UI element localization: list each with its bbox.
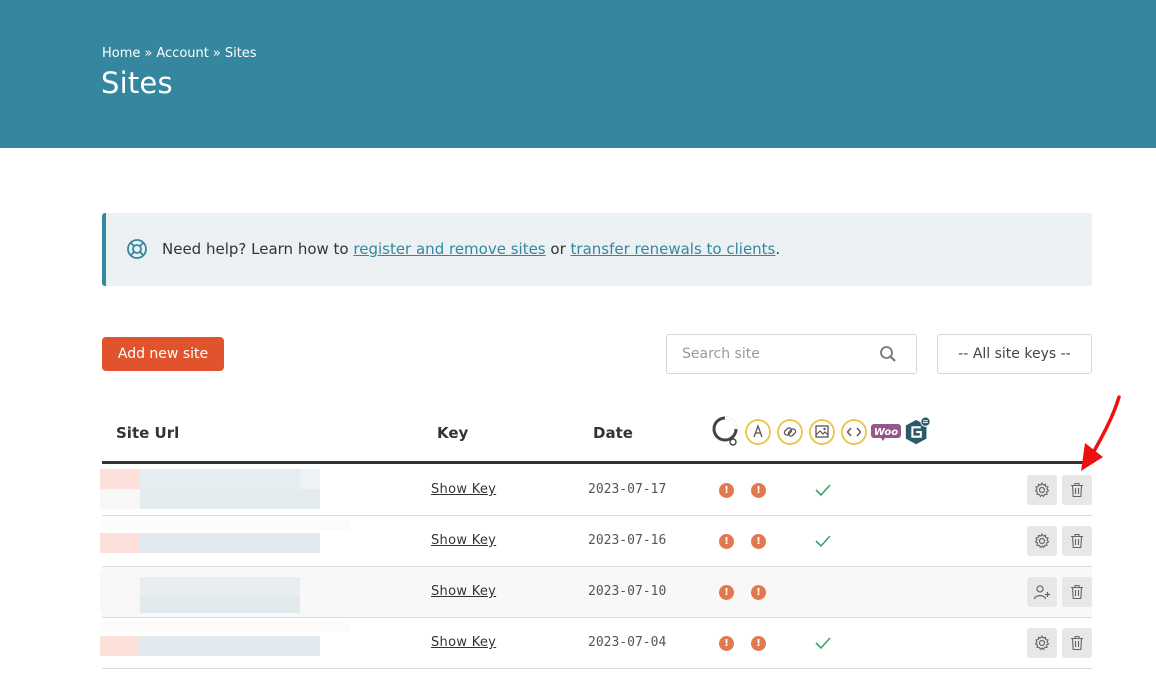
show-key-link[interactable]: Show Key (431, 482, 496, 497)
breadcrumb-separator: » (212, 46, 221, 61)
service-icons: Woo (711, 414, 935, 450)
code-icon (839, 417, 869, 447)
breadcrumb-separator: » (144, 46, 153, 61)
table-row: Show Key 2023-07-10 ! ! (100, 567, 1092, 618)
table-row: Show Key 2023-07-16 ! ! (100, 516, 1092, 567)
lifebuoy-icon (127, 239, 147, 259)
site-date: 2023-07-16 (588, 533, 667, 548)
settings-button[interactable] (1027, 526, 1057, 556)
trash-icon (1071, 584, 1083, 600)
warning-status-icon: ! (719, 585, 734, 600)
gear-icon (1034, 482, 1050, 498)
column-header-site-url: Site Url (116, 424, 180, 442)
table-header: Site Url Key Date Woo (102, 406, 1092, 464)
check-icon (815, 535, 831, 548)
delete-button[interactable] (1062, 526, 1092, 556)
site-key-filter[interactable]: -- All site keys -- (937, 334, 1092, 374)
show-key-link[interactable]: Show Key (431, 584, 496, 599)
notice-text-middle: or (545, 240, 571, 258)
table-row: Show Key 2023-07-17 ! ! (100, 465, 1092, 516)
breadcrumb-home[interactable]: Home (102, 46, 140, 61)
site-date: 2023-07-17 (588, 482, 667, 497)
warning-status-icon: ! (751, 585, 766, 600)
blurred-site-url (100, 622, 350, 656)
table-row: Show Key 2023-07-04 ! ! (100, 618, 1092, 669)
search-input[interactable] (668, 336, 868, 372)
register-remove-sites-link[interactable]: register and remove sites (353, 240, 545, 258)
add-user-icon (1033, 585, 1050, 600)
extra-service-icon (903, 416, 933, 447)
blurred-site-url (100, 469, 320, 509)
warning-status-icon: ! (751, 483, 766, 498)
column-header-date: Date (593, 424, 633, 442)
notice-text-after: . (775, 240, 781, 258)
add-new-site-button[interactable]: Add new site (102, 337, 224, 371)
help-notice: Need help? Learn how to register and rem… (102, 213, 1092, 286)
breadcrumb-account[interactable]: Account (156, 46, 209, 61)
column-header-key: Key (437, 424, 469, 442)
page-title: Sites (101, 66, 173, 100)
breadcrumb: Home» Account» Sites (102, 46, 257, 61)
woocommerce-icon: Woo (871, 417, 901, 447)
link-icon (775, 417, 805, 447)
search-icon[interactable] (879, 345, 897, 363)
page-header: Home» Account» Sites Sites (0, 0, 1156, 148)
delete-button[interactable] (1062, 628, 1092, 658)
warning-status-icon: ! (751, 534, 766, 549)
speed-icon (743, 417, 773, 447)
trash-icon (1071, 533, 1083, 549)
show-key-link[interactable]: Show Key (431, 533, 496, 548)
site-date: 2023-07-04 (588, 635, 667, 650)
check-icon (815, 484, 831, 497)
delete-button[interactable] (1062, 577, 1092, 607)
warning-status-icon: ! (751, 636, 766, 651)
search-box (666, 334, 917, 374)
annotation-arrow-icon (1081, 395, 1121, 471)
show-key-link[interactable]: Show Key (431, 635, 496, 650)
blurred-site-url (100, 571, 300, 613)
trash-icon (1071, 482, 1083, 498)
gear-icon (1034, 533, 1050, 549)
warning-status-icon: ! (719, 636, 734, 651)
breadcrumb-sites: Sites (224, 46, 257, 61)
add-user-button[interactable] (1027, 577, 1057, 607)
settings-button[interactable] (1027, 475, 1057, 505)
check-icon (815, 637, 831, 650)
trash-icon (1071, 635, 1083, 651)
help-notice-text: Need help? Learn how to register and rem… (162, 240, 780, 258)
site-date: 2023-07-10 (588, 584, 667, 599)
warning-status-icon: ! (719, 534, 734, 549)
onboarding-icon (711, 416, 741, 447)
warning-status-icon: ! (719, 483, 734, 498)
blurred-site-url (100, 520, 350, 553)
gear-icon (1034, 635, 1050, 651)
delete-button[interactable] (1062, 475, 1092, 505)
transfer-renewals-link[interactable]: transfer renewals to clients (571, 240, 776, 258)
settings-button[interactable] (1027, 628, 1057, 658)
image-icon (807, 417, 837, 447)
svg-text:Woo: Woo (874, 427, 898, 438)
notice-text-before: Need help? Learn how to (162, 240, 354, 258)
